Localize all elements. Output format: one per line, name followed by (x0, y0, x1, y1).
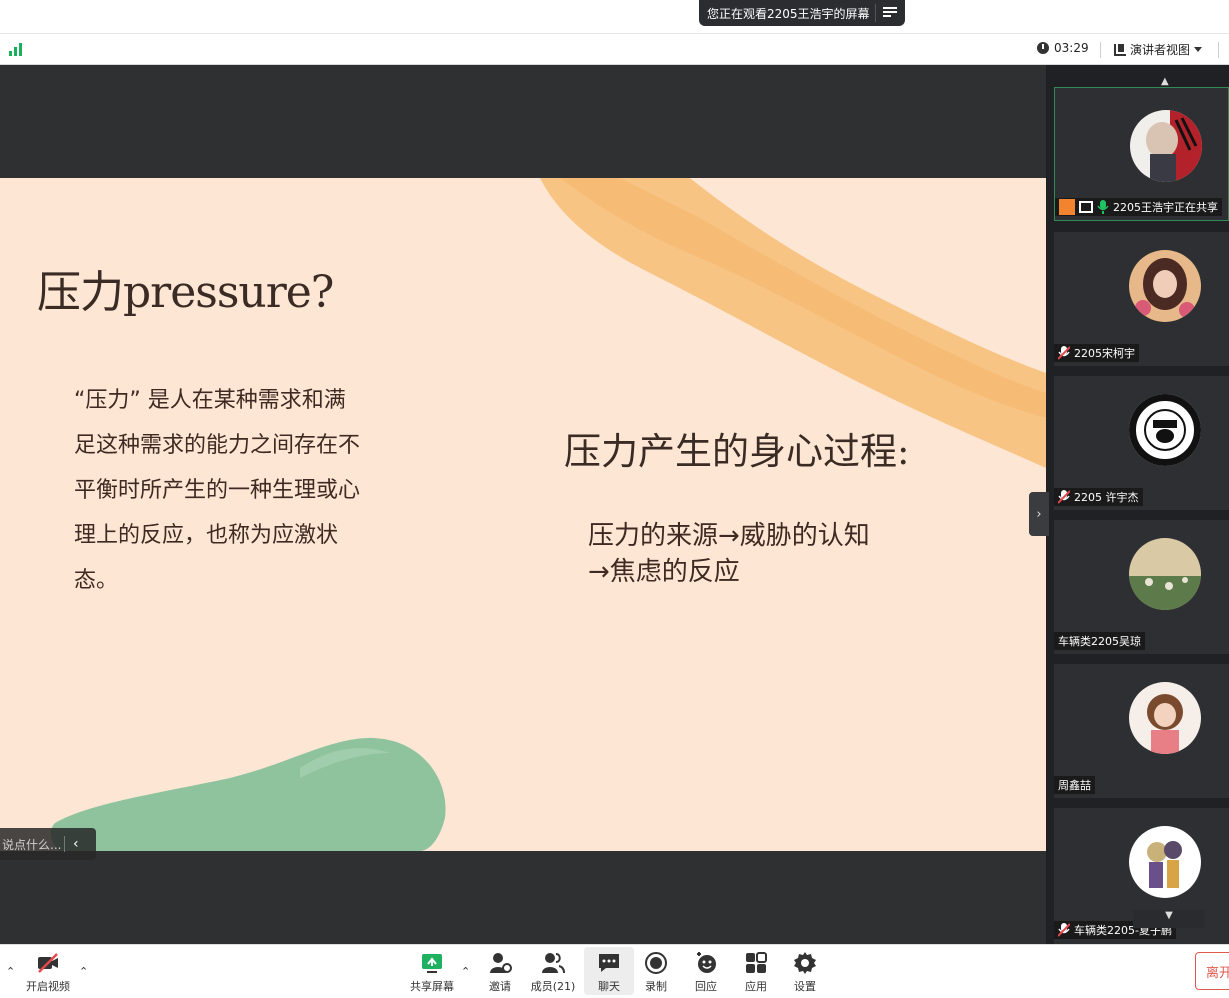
share-screen-label: 共享屏幕 (410, 980, 454, 993)
chevron-down-icon (1194, 47, 1203, 52)
chat-divider (64, 836, 65, 852)
toolbar-divider (1100, 42, 1101, 58)
view-mode-button[interactable]: 演讲者视图 (1114, 41, 1203, 58)
banner-divider (875, 4, 876, 22)
audio-options-caret-icon[interactable]: ⌃ (6, 965, 15, 978)
participant-tile[interactable]: 2205 许宇杰 (1054, 376, 1229, 510)
avatar (1129, 394, 1201, 466)
network-signal-icon[interactable] (9, 42, 23, 56)
share-options-caret-icon[interactable]: ⌃ (461, 965, 470, 978)
video-button[interactable]: 开启视频 (23, 951, 73, 994)
record-icon (644, 951, 668, 975)
invite-icon (488, 951, 512, 975)
meeting-controls: ⌃ 开启视频 ⌃ 共享屏幕 ⌃ 邀请 成员(21) 聊天 录制 回应 应用 设置… (0, 944, 1229, 998)
video-button-label: 开启视频 (26, 980, 70, 993)
slide-subtitle: 压力产生的身心过程: (564, 430, 910, 473)
chat-icon (597, 951, 621, 975)
meeting-timer: 03:29 (1037, 41, 1089, 55)
participant-nameplate: 2205 许宇杰 (1054, 488, 1143, 506)
slide-title: 压力pressure? (37, 267, 334, 318)
apps-label: 应用 (745, 980, 767, 993)
toolbar-divider (1218, 42, 1219, 58)
process-line-1: 压力的来源→威胁的认知 (588, 521, 870, 551)
shared-screen: 压力pressure? “压力” 是人在某种需求和满足这种需求的能力之间存在不平… (0, 65, 1046, 944)
chat-placeholder: 说点什么... (2, 837, 62, 852)
banner-menu-icon[interactable] (883, 5, 897, 19)
video-off-icon (36, 951, 60, 975)
avatar (1129, 538, 1201, 610)
settings-label: 设置 (794, 980, 816, 993)
participant-name: 2205王浩宇正在共享 (1113, 201, 1218, 214)
slide-definition-text: “压力” 是人在某种需求和满足这种需求的能力之间存在不平衡时所产生的一种生理或心… (74, 388, 361, 593)
microphone-icon (1097, 200, 1109, 214)
avatar (1130, 110, 1202, 182)
participant-nameplate: 车辆类2205吴琼 (1054, 632, 1145, 650)
top-strip (0, 0, 1229, 33)
clock-icon (1037, 42, 1049, 54)
layout-icon (1114, 43, 1126, 56)
record-button[interactable]: 录制 (631, 951, 681, 994)
participant-tile[interactable]: 车辆类2205吴琼 (1054, 520, 1229, 654)
participant-nameplate: 周鑫喆 (1054, 776, 1095, 794)
share-screen-button[interactable]: 共享屏幕 (407, 951, 457, 994)
invite-button[interactable]: 邀请 (475, 951, 525, 994)
leave-button[interactable]: 离开 (1195, 952, 1229, 990)
participant-tile[interactable]: 周鑫喆 (1054, 664, 1229, 798)
participant-name: 2205宋柯宇 (1074, 347, 1135, 360)
host-icon (1059, 199, 1075, 215)
gear-icon (793, 951, 817, 975)
participant-name: 周鑫喆 (1058, 779, 1091, 792)
sharing-banner-text: 您正在观看2205王浩宇的屏幕 (707, 6, 870, 21)
sharing-banner[interactable]: 您正在观看2205王浩宇的屏幕 (699, 0, 905, 26)
members-icon (541, 951, 565, 975)
invite-label: 邀请 (489, 980, 511, 993)
apps-icon (744, 951, 768, 975)
microphone-muted-icon (1057, 490, 1071, 504)
chat-button[interactable]: 聊天 (584, 947, 634, 995)
slide-process-text: 压力的来源→威胁的认知 →焦虑的反应 (588, 518, 918, 590)
view-mode-label: 演讲者视图 (1130, 43, 1191, 57)
members-button[interactable]: 成员(21) (528, 951, 578, 994)
panel-collapse-button[interactable]: › (1029, 492, 1049, 536)
video-options-caret-icon[interactable]: ⌃ (79, 965, 88, 978)
scroll-up-icon[interactable]: ▲ (1161, 76, 1169, 87)
avatar (1129, 250, 1201, 322)
top-toolbar: 03:29 演讲者视图 (0, 33, 1229, 65)
reactions-label: 回应 (695, 980, 717, 993)
record-label: 录制 (645, 980, 667, 993)
microphone-muted-icon (1057, 923, 1071, 937)
avatar (1129, 826, 1201, 898)
leave-label: 离开 (1206, 965, 1229, 981)
settings-button[interactable]: 设置 (780, 951, 830, 994)
meeting-window: 您正在观看2205王浩宇的屏幕 03:29 演讲者视图 压力pressure? … (0, 0, 1229, 998)
reaction-icon (694, 951, 718, 975)
members-label: 成员(21) (530, 980, 576, 993)
participant-tile[interactable]: 2205宋柯宇 (1054, 232, 1229, 366)
process-line-2: →焦虑的反应 (588, 557, 740, 587)
presentation-slide: 压力pressure? “压力” 是人在某种需求和满足这种需求的能力之间存在不平… (0, 178, 1046, 851)
participant-nameplate: 2205王浩宇正在共享 (1055, 198, 1222, 216)
participant-name: 2205 许宇杰 (1074, 491, 1139, 504)
chat-label: 聊天 (598, 980, 620, 993)
apps-button[interactable]: 应用 (731, 951, 781, 994)
timer-text: 03:29 (1054, 41, 1089, 55)
participant-nameplate: 2205宋柯宇 (1054, 344, 1139, 362)
avatar (1129, 682, 1201, 754)
scroll-down-icon[interactable]: ▼ (1133, 910, 1205, 928)
reactions-button[interactable]: 回应 (681, 951, 731, 994)
chat-input-pill[interactable]: 说点什么... ‹ (0, 828, 96, 860)
microphone-muted-icon (1057, 346, 1071, 360)
participant-name: 车辆类2205吴琼 (1058, 635, 1141, 648)
screen-share-icon (1079, 201, 1093, 213)
participant-tile[interactable]: 2205王浩宇正在共享 (1054, 87, 1229, 221)
share-screen-icon (420, 951, 444, 975)
chevron-left-icon[interactable]: ‹ (73, 836, 79, 852)
